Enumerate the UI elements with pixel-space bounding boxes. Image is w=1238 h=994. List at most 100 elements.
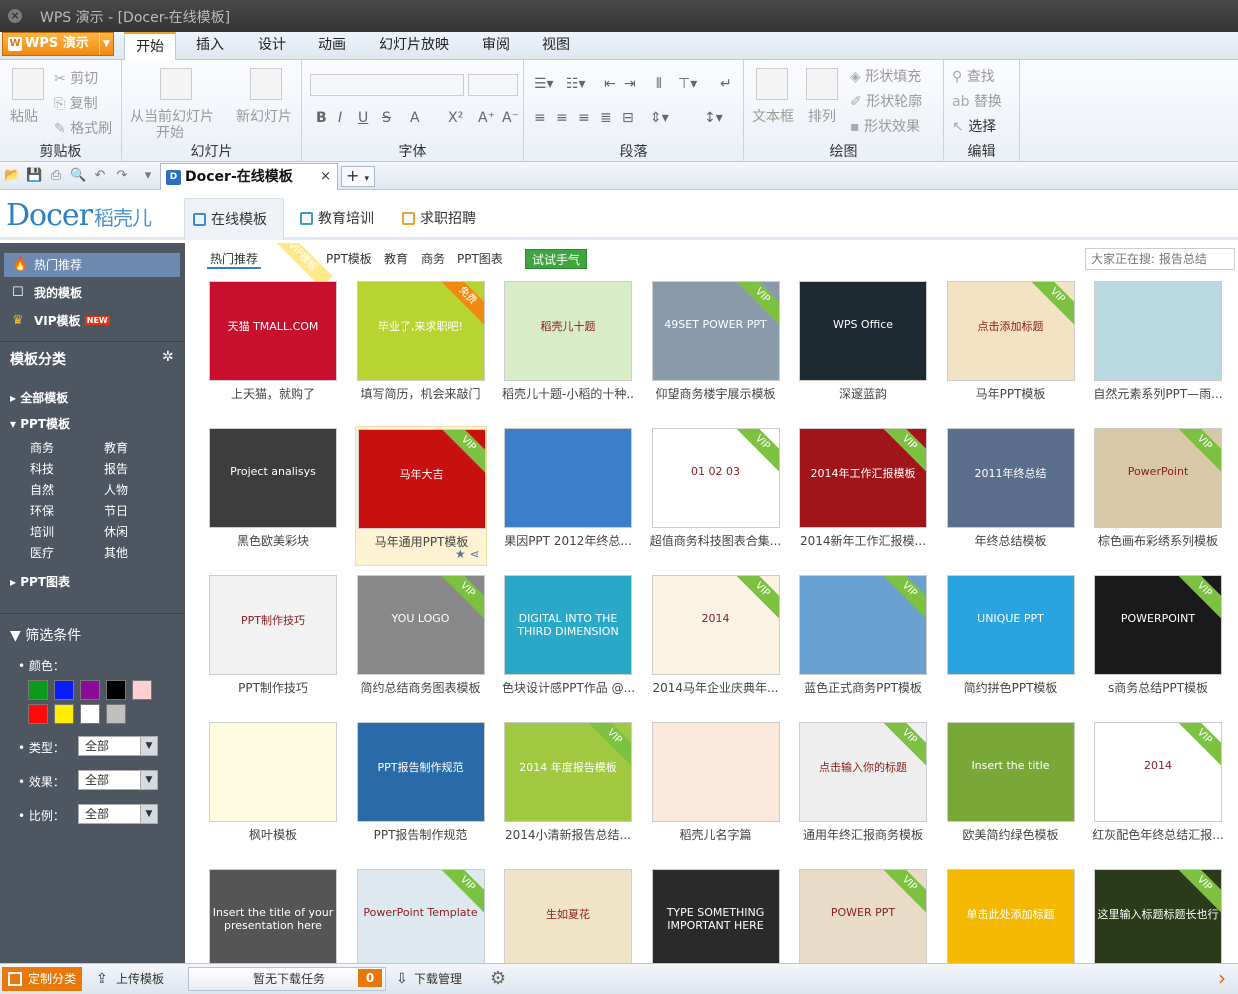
category-training[interactable]: 培训 <box>30 523 54 540</box>
template-card[interactable]: POWER PPT VIP <box>797 867 929 963</box>
upload-template-button[interactable]: ⇪ 上传模板 <box>92 967 164 991</box>
template-thumbnail[interactable]: 生如夏花 <box>504 869 632 963</box>
copy-button[interactable]: ⎘ 复制 <box>54 93 98 113</box>
select-button[interactable]: ↖ 选择 <box>952 116 996 136</box>
template-title[interactable]: 色块设计感PPT作品 @... <box>502 679 634 696</box>
template-thumbnail[interactable]: 单击此处添加标题 <box>946 869 1075 963</box>
template-card[interactable]: 2014 年度报告模板 VIP 2014小清新报告总结... <box>502 720 634 860</box>
arrange-button[interactable]: 排列 <box>808 106 836 126</box>
template-title[interactable]: 仰望商务楼宇展示模板 <box>650 385 782 402</box>
template-card[interactable]: PPT制作技巧 PPT制作技巧 <box>207 573 339 713</box>
template-card[interactable]: PPT报告制作规范 PPT报告制作规范 <box>355 720 487 860</box>
tab-animation[interactable]: 动画 <box>308 32 356 60</box>
window-close-button[interactable]: × <box>8 9 22 23</box>
color-swatch-blue[interactable] <box>54 680 74 700</box>
template-thumbnail[interactable]: 点击添加标题 VIP <box>946 281 1075 381</box>
filter-tab-ppt-chart[interactable]: PPT图表 <box>454 249 506 269</box>
textbox-button[interactable]: 文本框 <box>752 106 794 126</box>
template-thumbnail[interactable]: Insert the title <box>946 722 1075 822</box>
tree-item-ppt[interactable]: ▾ PPT模板 <box>10 415 70 432</box>
align-right-icon[interactable]: ≡ <box>578 110 590 126</box>
color-swatch-gray[interactable] <box>106 704 126 724</box>
align-left-icon[interactable]: ≡ <box>534 110 546 126</box>
category-people[interactable]: 人物 <box>104 481 128 498</box>
filter-tab-hot[interactable]: 热门推荐 <box>207 249 262 269</box>
template-title[interactable]: 深邃蓝韵 <box>797 385 929 402</box>
template-title[interactable]: 马年PPT模板 <box>945 385 1077 402</box>
tab-education[interactable]: 教育培训 <box>292 198 388 240</box>
template-card[interactable]: DIGITAL INTO THE THIRD DIMENSION 色块设计感PPT… <box>502 573 634 713</box>
text-direction-icon[interactable]: ⊤▾ <box>678 76 697 92</box>
template-card[interactable]: 2014 VIP 2014马年企业庆典年... <box>650 573 782 713</box>
template-card[interactable]: 毕业了,来求职吧! 免费填写简历，机会来敲门 <box>355 279 487 419</box>
template-title[interactable]: 简约拼色PPT模板 <box>945 679 1077 696</box>
template-title[interactable]: 果因PPT 2012年终总... <box>502 532 634 549</box>
template-thumbnail[interactable]: 2014 VIP <box>1094 722 1222 822</box>
template-title[interactable]: 枫叶模板 <box>207 826 339 843</box>
template-thumbnail[interactable] <box>209 722 337 822</box>
star-icon[interactable]: ★ <box>455 547 470 561</box>
template-title[interactable]: 棕色画布彩绣系列模板 <box>1092 532 1224 549</box>
chevron-down-icon[interactable]: ▼ <box>99 33 113 55</box>
category-festival[interactable]: 节日 <box>104 502 128 519</box>
color-swatch-pink[interactable] <box>132 680 152 700</box>
template-thumbnail[interactable]: YOU LOGO VIP <box>356 575 485 675</box>
paste-button[interactable]: 粘贴 <box>10 106 38 126</box>
wps-app-button[interactable]: W WPS 演示 ▼ <box>2 32 114 56</box>
template-thumbnail[interactable]: 2014年工作汇报模板 VIP <box>799 428 927 528</box>
undo-icon[interactable]: ↶ <box>92 168 108 184</box>
template-thumbnail[interactable]: 毕业了,来求职吧! 免费 <box>356 281 485 381</box>
color-swatch-black[interactable] <box>106 680 126 700</box>
tree-item-ppt-chart[interactable]: ▸ PPT图表 <box>10 573 70 590</box>
template-title[interactable]: 超值商务科技图表合集... <box>650 532 782 549</box>
customize-dropdown-icon[interactable]: ▾ <box>140 168 156 184</box>
distribute-icon[interactable]: ⊟ <box>622 110 634 126</box>
template-thumbnail[interactable]: Insert the title of your presentation he… <box>209 869 337 963</box>
columns-icon[interactable]: ⫴ <box>656 76 662 92</box>
template-card[interactable]: 49SET POWER PPT VIP 仰望商务楼宇展示模板 <box>650 279 782 419</box>
custom-category-button[interactable]: 定制分类 <box>2 967 82 991</box>
template-title[interactable]: PPT制作技巧 <box>207 679 339 696</box>
template-card[interactable]: PowerPoint Template VIP <box>355 867 487 963</box>
category-environment[interactable]: 环保 <box>30 502 54 519</box>
tree-item-all[interactable]: ▸ 全部模板 <box>10 389 68 406</box>
shape-fill-button[interactable]: ◈ 形状填充 <box>850 66 921 86</box>
tab-view[interactable]: 视图 <box>532 32 580 60</box>
search-input[interactable]: 大家正在搜: 报告总结 <box>1085 248 1235 270</box>
document-tab[interactable]: D Docer-在线模板 × <box>160 163 338 190</box>
template-title[interactable]: 2014小清新报告总结... <box>502 826 634 843</box>
color-swatch-yellow[interactable] <box>54 704 74 724</box>
template-thumbnail[interactable]: 2014 VIP <box>651 575 780 675</box>
ratio-filter-select[interactable]: 全部 ▼ <box>78 804 158 824</box>
template-title[interactable]: 简约总结商务图表模板 <box>355 679 487 696</box>
increase-indent-icon[interactable]: ⇥ <box>624 76 636 92</box>
template-thumbnail[interactable]: TYPE SOMETHING IMPORTANT HERE <box>651 869 780 963</box>
category-other[interactable]: 其他 <box>104 544 128 561</box>
effect-filter-select[interactable]: 全部 ▼ <box>78 770 158 790</box>
font-size-select[interactable] <box>468 74 518 96</box>
tab-online-templates[interactable]: 在线模板 <box>184 198 284 240</box>
template-card[interactable]: 点击输入你的标题 VIP 通用年终汇报商务模板 <box>797 720 929 860</box>
print-preview-icon[interactable]: 🔍 <box>70 168 86 184</box>
template-title[interactable]: 上天猫，就购了 <box>207 385 339 402</box>
template-thumbnail[interactable]: PowerPoint VIP <box>1094 428 1222 528</box>
template-thumbnail[interactable]: 稻壳儿十题 <box>504 281 632 381</box>
template-thumbnail[interactable]: 49SET POWER PPT VIP <box>651 281 780 381</box>
strikethrough-button[interactable]: S <box>382 110 391 126</box>
template-title[interactable]: 稻壳儿十题-小稻的十种... <box>502 385 634 402</box>
template-card[interactable]: 这里输入标题标题长也行 VIP <box>1092 867 1224 963</box>
bullets-icon[interactable]: ☰▾ <box>534 76 554 92</box>
sidebar-item-hot[interactable]: 🔥 热门推荐 <box>4 253 180 277</box>
shrink-font-button[interactable]: A⁻ <box>502 110 519 126</box>
gear-icon[interactable]: ✲ <box>162 349 174 365</box>
open-folder-icon[interactable]: 📂 <box>4 168 20 184</box>
template-title[interactable]: 自然元素系列PPT—雨... <box>1092 385 1224 402</box>
template-card[interactable]: YOU LOGO VIP 简约总结商务图表模板 <box>355 573 487 713</box>
template-thumbnail[interactable]: POWER PPT VIP <box>799 869 927 963</box>
template-title[interactable]: 稻壳儿名字篇 <box>650 826 782 843</box>
replace-button[interactable]: ab 替换 <box>952 91 1002 111</box>
shape-effect-button[interactable]: ▪ 形状效果 <box>850 116 920 136</box>
template-title[interactable]: 填写简历，机会来敲门 <box>355 385 487 402</box>
template-card[interactable]: PowerPoint VIP 棕色画布彩绣系列模板 <box>1092 426 1224 566</box>
template-thumbnail[interactable]: PowerPoint Template VIP <box>356 869 485 963</box>
